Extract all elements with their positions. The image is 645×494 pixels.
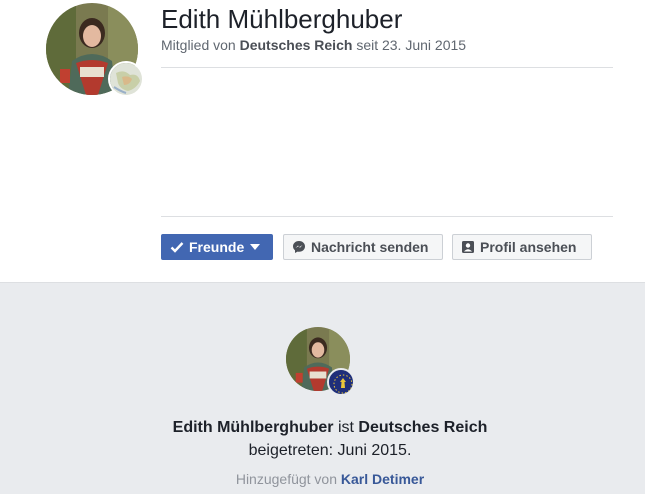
joined-text-line2: beigetreten: Juni 2015. [248,442,412,459]
joined-text-line1: Edith Mühlberghuber ist Deutsches Reich [0,419,645,437]
send-message-button[interactable]: Nachricht senden [283,234,443,260]
view-profile-button[interactable]: Profil ansehen [452,234,592,260]
joined-group-name[interactable]: Deutsches Reich [358,419,487,436]
group-link[interactable]: Deutsches Reich [240,37,353,53]
group-badge-crest [327,368,355,396]
added-by-line: Hinzugefügt von Karl Detimer [0,471,645,487]
check-icon [170,241,184,253]
profile-card-icon [461,240,475,254]
friends-button[interactable]: Freunde [161,234,273,260]
member-prefix: Mitglied von [161,37,236,53]
profile-name[interactable]: Edith Mühlberghuber [161,4,402,35]
messenger-icon [292,240,306,254]
membership-line: Mitglied von Deutsches Reich seit 23. Ju… [161,37,466,53]
group-badge-map [108,61,144,97]
send-message-label: Nachricht senden [311,239,429,255]
caret-down-icon [250,244,261,250]
divider [161,67,613,68]
joined-member-name[interactable]: Edith Mühlberghuber [173,419,334,436]
view-profile-label: Profil ansehen [480,239,577,255]
friends-label: Freunde [189,239,245,255]
added-by-link[interactable]: Karl Detimer [341,471,424,487]
added-prefix: Hinzugefügt von [235,471,338,487]
joined-is: ist [337,419,354,436]
divider [161,216,613,217]
member-since: seit 23. Juni 2015 [356,37,467,53]
